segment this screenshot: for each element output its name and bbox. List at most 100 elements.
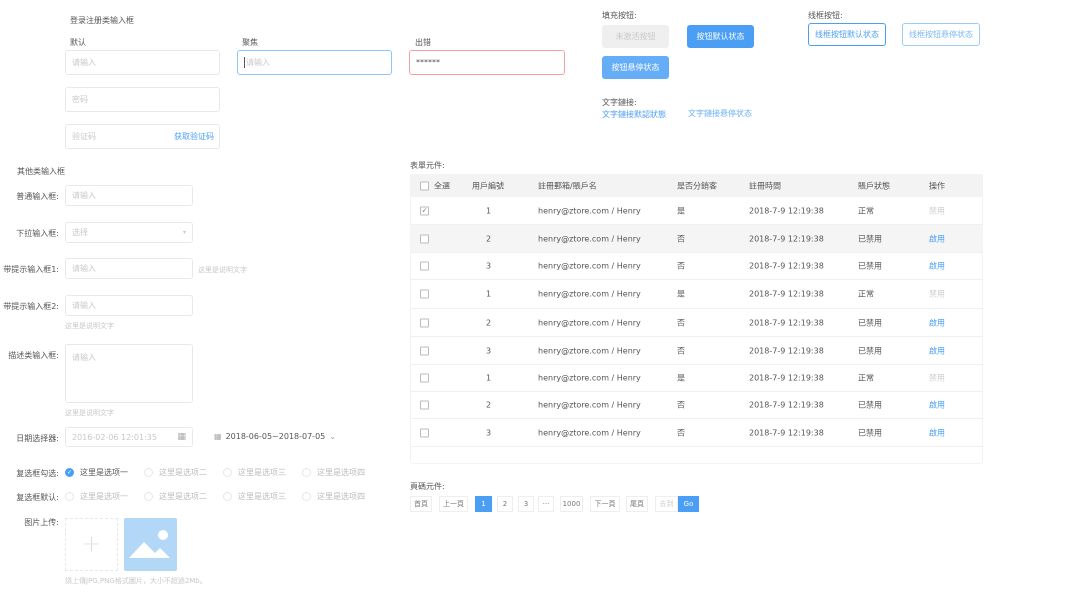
checkbox-option[interactable]: [65, 492, 74, 501]
page-item[interactable]: 尾頁: [626, 496, 648, 512]
reg-time: 2018-7-9 12:19:38: [749, 373, 824, 383]
focus-label: 聚焦: [242, 38, 258, 47]
checkbox-option[interactable]: [144, 468, 153, 477]
page-item[interactable]: ···: [538, 496, 554, 512]
header-email: 註冊郵箱/賬戶名: [538, 181, 597, 190]
row-checkbox[interactable]: ✓: [420, 206, 429, 215]
action-link[interactable]: 啟用: [929, 261, 945, 272]
row-checkbox[interactable]: [420, 289, 429, 299]
distributor: 否: [677, 318, 685, 327]
outline-button[interactable]: 线框按钮默认状态: [808, 23, 886, 46]
action-link[interactable]: 禁用: [929, 205, 945, 216]
email: henry@ztore.com / Henry: [538, 373, 641, 383]
calendar-icon: ▦: [214, 432, 222, 441]
outline-hover-button[interactable]: 线框按钮悬停状态: [902, 23, 980, 46]
uploaded-image-thumbnail[interactable]: [124, 518, 177, 571]
checkbox-option[interactable]: [223, 468, 232, 477]
date-range-picker[interactable]: ▦ 2018-06-05~2018-07-05 ⌄: [214, 432, 336, 441]
status: 已禁用: [858, 318, 882, 327]
password-input[interactable]: 密码: [65, 87, 220, 112]
email: henry@ztore.com / Henry: [538, 261, 641, 271]
user-id: 1: [486, 373, 492, 383]
checked-group-label: 复选框勾选:: [16, 469, 59, 478]
checkbox-option[interactable]: [302, 492, 311, 501]
default-label: 默认: [70, 38, 86, 47]
action-link[interactable]: 啟用: [929, 233, 945, 244]
select-all-checkbox[interactable]: [420, 181, 429, 190]
row-checkbox[interactable]: [420, 428, 429, 437]
hint-input-2-label: 带提示输入框2:: [3, 302, 59, 311]
code-input[interactable]: 验证码 获取验证码: [65, 124, 220, 149]
user-id: 3: [486, 261, 492, 271]
hint-input-2[interactable]: 请输入: [65, 295, 193, 316]
upload-add-button[interactable]: +: [65, 518, 118, 571]
disabled-button[interactable]: 未激活按钮: [602, 25, 669, 48]
row-checkbox[interactable]: [420, 261, 429, 271]
go-button[interactable]: Go: [678, 496, 699, 512]
checkbox-checked[interactable]: ✓: [65, 468, 74, 477]
upload-label: 图片上传:: [24, 518, 59, 527]
description-textarea[interactable]: 请输入: [65, 344, 193, 403]
placeholder: 请输入: [72, 353, 96, 362]
hint-input-1[interactable]: 请输入: [65, 258, 193, 279]
reg-time: 2018-7-9 12:19:38: [749, 428, 824, 437]
text-link-default[interactable]: 文字鏈接默認狀態: [602, 109, 666, 120]
row-checkbox[interactable]: [420, 346, 429, 355]
page-item[interactable]: 1000: [560, 496, 583, 512]
page-item[interactable]: 下一頁: [590, 496, 620, 512]
plus-icon: +: [82, 532, 101, 557]
header-user-id: 用戶編號: [472, 181, 504, 190]
outline-buttons-title: 线框按钮:: [808, 11, 843, 20]
status: 已禁用: [858, 261, 882, 271]
page-item[interactable]: 3: [518, 496, 534, 512]
default-group-label: 复选框默认:: [16, 493, 59, 502]
text-link-hover[interactable]: 文字鏈接悬停状态: [688, 108, 752, 119]
get-code-link[interactable]: 获取验证码: [174, 131, 214, 142]
datetime-input[interactable]: 2016-02-06 12:01:35 ▦: [65, 427, 193, 447]
email: henry@ztore.com / Henry: [538, 234, 641, 243]
default-input[interactable]: 请输入: [65, 50, 220, 75]
select-dropdown[interactable]: 选择 ▾: [65, 222, 193, 243]
action-link[interactable]: 禁用: [929, 373, 945, 384]
text-links-title: 文字鏈接:: [602, 98, 637, 107]
normal-input-label: 普通输入框:: [16, 192, 59, 201]
page-item[interactable]: 首頁: [410, 496, 432, 512]
input-value: ******: [416, 58, 440, 67]
reg-time: 2018-7-9 12:19:38: [749, 400, 824, 410]
user-id: 2: [486, 234, 492, 243]
email: henry@ztore.com / Henry: [538, 318, 641, 327]
action-link[interactable]: 啟用: [929, 427, 945, 438]
status: 已禁用: [858, 234, 882, 243]
checkbox-option[interactable]: [223, 492, 232, 501]
checkbox-option-label: 这里是选项一: [80, 468, 128, 477]
placeholder: 密码: [72, 95, 88, 104]
reg-time: 2018-7-9 12:19:38: [749, 289, 824, 299]
checkbox-option-label: 这里是选项三: [238, 468, 286, 477]
status: 正常: [858, 206, 874, 215]
page-item[interactable]: 1: [475, 496, 492, 512]
primary-hover-button[interactable]: 按钮悬停状态: [602, 56, 669, 79]
placeholder: 请输入: [72, 191, 96, 200]
row-checkbox[interactable]: [420, 234, 429, 243]
distributor: 是: [677, 206, 685, 215]
normal-input[interactable]: 请输入: [65, 185, 193, 206]
action-link[interactable]: 禁用: [929, 289, 945, 300]
goto-page-input[interactable]: 去到: [655, 496, 678, 512]
row-checkbox[interactable]: [420, 400, 429, 410]
table-row: 2 henry@ztore.com / Henry 否 2018-7-9 12:19:…: [410, 392, 983, 419]
row-checkbox[interactable]: [420, 318, 429, 327]
distributor: 否: [677, 400, 685, 410]
action-link[interactable]: 啟用: [929, 400, 945, 411]
checkbox-option[interactable]: [302, 468, 311, 477]
focused-input[interactable]: 请输入: [237, 50, 392, 75]
table-row: 1 henry@ztore.com / Henry 是 2018-7-9 12:19:…: [410, 365, 983, 392]
error-input[interactable]: ******: [409, 50, 565, 75]
page-item[interactable]: 2: [497, 496, 513, 512]
checkbox-option[interactable]: [144, 492, 153, 501]
action-link[interactable]: 啟用: [929, 317, 945, 328]
page-item[interactable]: 上一頁: [439, 496, 468, 512]
primary-button[interactable]: 按钮默认状态: [687, 25, 754, 48]
row-checkbox[interactable]: [420, 373, 429, 383]
action-link[interactable]: 啟用: [929, 345, 945, 356]
status: 已禁用: [858, 428, 882, 437]
